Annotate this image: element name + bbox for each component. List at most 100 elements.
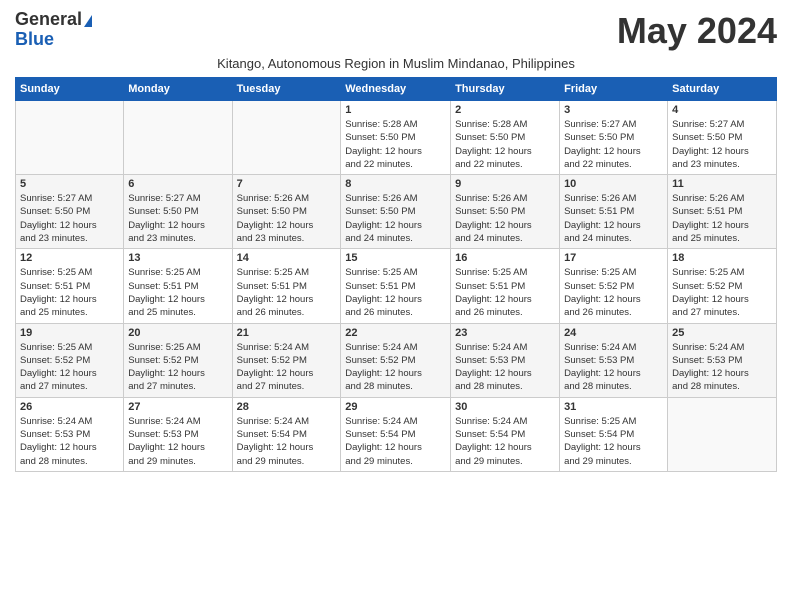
calendar-week-row: 1 Sunrise: 5:28 AM Sunset: 5:50 PM Daylig… bbox=[16, 101, 777, 175]
day-number: 19 bbox=[20, 327, 119, 339]
day-info: Sunrise: 5:25 AM Sunset: 5:52 PM Dayligh… bbox=[128, 341, 227, 394]
day-number: 21 bbox=[237, 327, 337, 339]
calendar-cell: 26 Sunrise: 5:24 AM Sunset: 5:53 PM Dayli… bbox=[16, 397, 124, 471]
calendar-cell: 17Sunrise: 5:25 AM Sunset: 5:52 PM Dayli… bbox=[560, 249, 668, 323]
day-of-week-header: Tuesday bbox=[232, 78, 341, 101]
day-info: Sunrise: 5:25 AM Sunset: 5:52 PM Dayligh… bbox=[20, 341, 119, 394]
subtitle: Kitango, Autonomous Region in Muslim Min… bbox=[15, 56, 777, 71]
calendar-cell: 23 Sunrise: 5:24 AM Sunset: 5:53 PM Dayli… bbox=[451, 323, 560, 397]
calendar-cell: 19 Sunrise: 5:25 AM Sunset: 5:52 PM Dayli… bbox=[16, 323, 124, 397]
day-info: Sunrise: 5:24 AM Sunset: 5:53 PM Dayligh… bbox=[20, 415, 119, 468]
day-number: 5 bbox=[20, 178, 119, 190]
day-number: 7 bbox=[237, 178, 337, 190]
day-number: 3 bbox=[564, 104, 663, 116]
calendar-cell: 18 Sunrise: 5:25 AM Sunset: 5:52 PM Dayli… bbox=[668, 249, 777, 323]
day-number: 8 bbox=[345, 178, 446, 190]
calendar-cell: 30Sunrise: 5:24 AM Sunset: 5:54 PM Dayli… bbox=[451, 397, 560, 471]
day-number: 28 bbox=[237, 401, 337, 413]
calendar-header-row: SundayMondayTuesdayWednesdayThursdayFrid… bbox=[16, 78, 777, 101]
day-number: 29 bbox=[345, 401, 446, 413]
day-info: Sunrise: 5:27 AM Sunset: 5:50 PM Dayligh… bbox=[128, 192, 227, 245]
day-number: 24 bbox=[564, 327, 663, 339]
calendar-cell: 31Sunrise: 5:25 AM Sunset: 5:54 PM Dayli… bbox=[560, 397, 668, 471]
day-info: Sunrise: 5:24 AM Sunset: 5:53 PM Dayligh… bbox=[455, 341, 555, 394]
calendar-cell: 13 Sunrise: 5:25 AM Sunset: 5:51 PM Dayli… bbox=[124, 249, 232, 323]
day-number: 20 bbox=[128, 327, 227, 339]
day-info: Sunrise: 5:24 AM Sunset: 5:52 PM Dayligh… bbox=[237, 341, 337, 394]
calendar-week-row: 12 Sunrise: 5:25 AM Sunset: 5:51 PM Dayli… bbox=[16, 249, 777, 323]
day-number: 12 bbox=[20, 252, 119, 264]
calendar-week-row: 19 Sunrise: 5:25 AM Sunset: 5:52 PM Dayli… bbox=[16, 323, 777, 397]
day-info: Sunrise: 5:25 AM Sunset: 5:51 PM Dayligh… bbox=[237, 266, 337, 319]
day-number: 10 bbox=[564, 178, 663, 190]
calendar-cell: 10Sunrise: 5:26 AM Sunset: 5:51 PM Dayli… bbox=[560, 175, 668, 249]
calendar-cell: 24 Sunrise: 5:24 AM Sunset: 5:53 PM Dayli… bbox=[560, 323, 668, 397]
day-info: Sunrise: 5:24 AM Sunset: 5:53 PM Dayligh… bbox=[672, 341, 772, 394]
header: General Blue May 2024 bbox=[15, 10, 777, 52]
calendar-cell bbox=[668, 397, 777, 471]
calendar-week-row: 26 Sunrise: 5:24 AM Sunset: 5:53 PM Dayli… bbox=[16, 397, 777, 471]
day-info: Sunrise: 5:27 AM Sunset: 5:50 PM Dayligh… bbox=[564, 118, 663, 171]
calendar-cell: 6 Sunrise: 5:27 AM Sunset: 5:50 PM Daylig… bbox=[124, 175, 232, 249]
calendar-cell: 27Sunrise: 5:24 AM Sunset: 5:53 PM Dayli… bbox=[124, 397, 232, 471]
day-info: Sunrise: 5:24 AM Sunset: 5:54 PM Dayligh… bbox=[237, 415, 337, 468]
day-of-week-header: Sunday bbox=[16, 78, 124, 101]
calendar-cell: 29 Sunrise: 5:24 AM Sunset: 5:54 PM Dayli… bbox=[341, 397, 451, 471]
calendar-cell: 15 Sunrise: 5:25 AM Sunset: 5:51 PM Dayli… bbox=[341, 249, 451, 323]
month-title: May 2024 bbox=[617, 10, 777, 52]
day-of-week-header: Thursday bbox=[451, 78, 560, 101]
logo-general-text: General bbox=[15, 9, 82, 29]
day-number: 22 bbox=[345, 327, 446, 339]
day-info: Sunrise: 5:27 AM Sunset: 5:50 PM Dayligh… bbox=[20, 192, 119, 245]
day-of-week-header: Friday bbox=[560, 78, 668, 101]
day-number: 9 bbox=[455, 178, 555, 190]
calendar-cell bbox=[16, 101, 124, 175]
calendar-cell: 14 Sunrise: 5:25 AM Sunset: 5:51 PM Dayli… bbox=[232, 249, 341, 323]
day-info: Sunrise: 5:24 AM Sunset: 5:52 PM Dayligh… bbox=[345, 341, 446, 394]
day-info: Sunrise: 5:24 AM Sunset: 5:53 PM Dayligh… bbox=[564, 341, 663, 394]
day-number: 1 bbox=[345, 104, 446, 116]
day-number: 18 bbox=[672, 252, 772, 264]
day-info: Sunrise: 5:26 AM Sunset: 5:50 PM Dayligh… bbox=[237, 192, 337, 245]
calendar-cell: 9Sunrise: 5:26 AM Sunset: 5:50 PM Daylig… bbox=[451, 175, 560, 249]
calendar-cell: 22 Sunrise: 5:24 AM Sunset: 5:52 PM Dayli… bbox=[341, 323, 451, 397]
calendar-cell: 1 Sunrise: 5:28 AM Sunset: 5:50 PM Daylig… bbox=[341, 101, 451, 175]
calendar-week-row: 5 Sunrise: 5:27 AM Sunset: 5:50 PM Daylig… bbox=[16, 175, 777, 249]
day-number: 30 bbox=[455, 401, 555, 413]
day-number: 26 bbox=[20, 401, 119, 413]
day-info: Sunrise: 5:26 AM Sunset: 5:51 PM Dayligh… bbox=[672, 192, 772, 245]
logo: General Blue bbox=[15, 10, 92, 50]
day-number: 4 bbox=[672, 104, 772, 116]
day-number: 27 bbox=[128, 401, 227, 413]
calendar-cell: 20 Sunrise: 5:25 AM Sunset: 5:52 PM Dayli… bbox=[124, 323, 232, 397]
calendar-cell: 25 Sunrise: 5:24 AM Sunset: 5:53 PM Dayli… bbox=[668, 323, 777, 397]
logo-triangle-icon bbox=[84, 15, 92, 27]
logo-blue-text: Blue bbox=[15, 30, 92, 50]
day-info: Sunrise: 5:25 AM Sunset: 5:51 PM Dayligh… bbox=[128, 266, 227, 319]
day-info: Sunrise: 5:25 AM Sunset: 5:52 PM Dayligh… bbox=[672, 266, 772, 319]
calendar-cell: 7 Sunrise: 5:26 AM Sunset: 5:50 PM Daylig… bbox=[232, 175, 341, 249]
day-info: Sunrise: 5:28 AM Sunset: 5:50 PM Dayligh… bbox=[345, 118, 446, 171]
day-number: 23 bbox=[455, 327, 555, 339]
calendar-cell: 28 Sunrise: 5:24 AM Sunset: 5:54 PM Dayli… bbox=[232, 397, 341, 471]
calendar-cell: 8Sunrise: 5:26 AM Sunset: 5:50 PM Daylig… bbox=[341, 175, 451, 249]
day-number: 11 bbox=[672, 178, 772, 190]
day-number: 13 bbox=[128, 252, 227, 264]
day-info: Sunrise: 5:25 AM Sunset: 5:51 PM Dayligh… bbox=[455, 266, 555, 319]
calendar-cell: 3 Sunrise: 5:27 AM Sunset: 5:50 PM Daylig… bbox=[560, 101, 668, 175]
calendar-cell: 2Sunrise: 5:28 AM Sunset: 5:50 PM Daylig… bbox=[451, 101, 560, 175]
day-number: 31 bbox=[564, 401, 663, 413]
day-info: Sunrise: 5:25 AM Sunset: 5:51 PM Dayligh… bbox=[345, 266, 446, 319]
day-number: 6 bbox=[128, 178, 227, 190]
calendar-cell bbox=[124, 101, 232, 175]
day-info: Sunrise: 5:24 AM Sunset: 5:54 PM Dayligh… bbox=[345, 415, 446, 468]
day-number: 14 bbox=[237, 252, 337, 264]
day-number: 25 bbox=[672, 327, 772, 339]
day-number: 15 bbox=[345, 252, 446, 264]
day-number: 16 bbox=[455, 252, 555, 264]
calendar-table: SundayMondayTuesdayWednesdayThursdayFrid… bbox=[15, 77, 777, 472]
day-number: 17 bbox=[564, 252, 663, 264]
day-of-week-header: Monday bbox=[124, 78, 232, 101]
calendar-cell: 16 Sunrise: 5:25 AM Sunset: 5:51 PM Dayli… bbox=[451, 249, 560, 323]
day-of-week-header: Saturday bbox=[668, 78, 777, 101]
